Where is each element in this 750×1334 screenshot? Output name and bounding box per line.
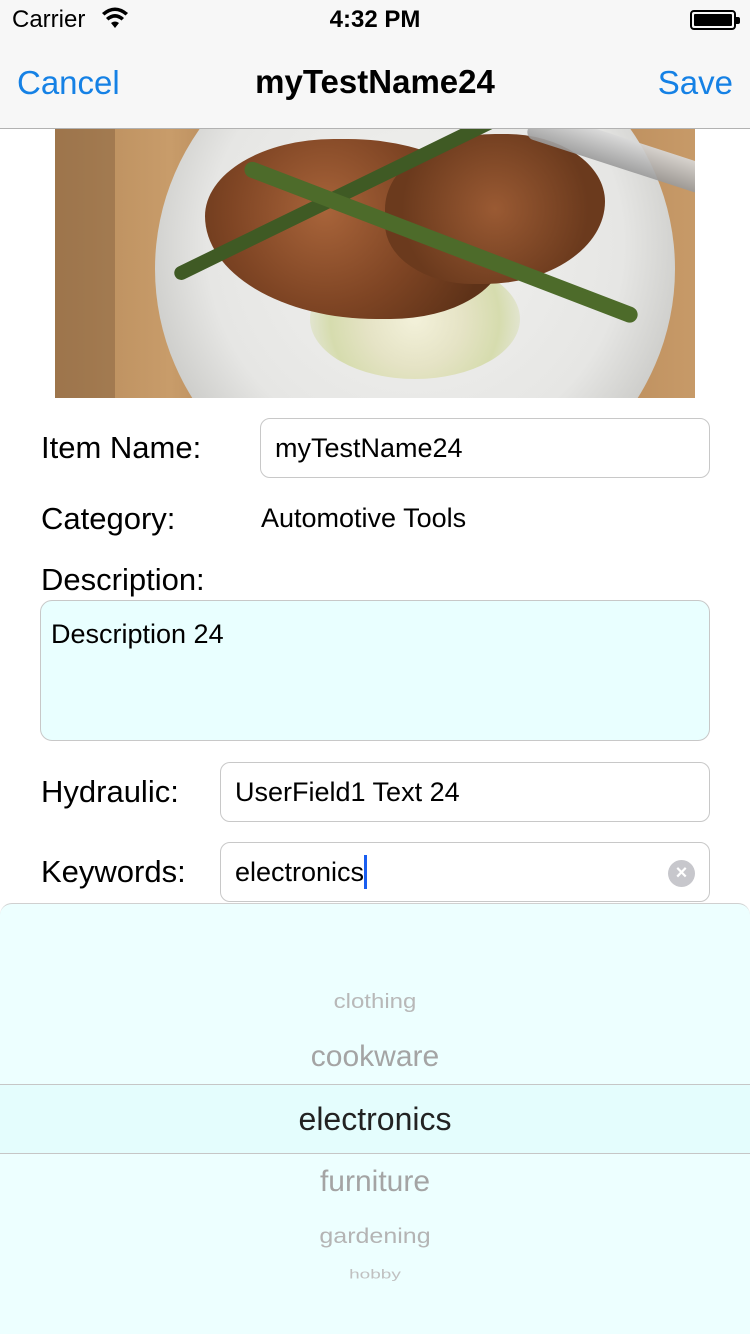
keyword-picker[interactable]: clothing cookware electronics furniture … bbox=[0, 903, 750, 1334]
save-button[interactable]: Save bbox=[658, 64, 733, 102]
picker-option[interactable]: hobby bbox=[0, 1267, 750, 1282]
text-cursor bbox=[364, 855, 368, 889]
hydraulic-value: UserField1 Text 24 bbox=[235, 776, 460, 807]
status-time: 4:32 PM bbox=[329, 6, 421, 33]
picker-option[interactable]: clothing bbox=[0, 990, 750, 1014]
picker-option[interactable]: furniture bbox=[0, 1165, 750, 1199]
navigation-bar: Carrier 4:32 PM Cancel myTestName24 Save bbox=[0, 0, 750, 129]
picker-option[interactable]: gardening bbox=[0, 1224, 750, 1249]
keywords-value: electronics bbox=[235, 856, 365, 887]
clear-icon[interactable]: × bbox=[668, 860, 695, 887]
keywords-label: Keywords: bbox=[41, 854, 186, 889]
hydraulic-field[interactable]: UserField1 Text 24 bbox=[220, 762, 710, 822]
item-name-label: Item Name: bbox=[41, 430, 202, 465]
picker-option-selected[interactable]: electronics bbox=[0, 1101, 750, 1138]
item-name-field[interactable]: myTestName24 bbox=[260, 418, 710, 478]
category-label: Category: bbox=[41, 501, 176, 536]
item-name-value: myTestName24 bbox=[275, 432, 463, 463]
item-photo[interactable] bbox=[55, 129, 695, 398]
description-field[interactable]: Description 24 bbox=[40, 600, 710, 741]
description-label: Description: bbox=[41, 562, 205, 597]
category-value[interactable]: Automotive Tools bbox=[261, 503, 466, 534]
status-bar: Carrier 4:32 PM bbox=[0, 0, 750, 40]
picker-option[interactable]: cookware bbox=[0, 1040, 750, 1074]
description-value: Description 24 bbox=[51, 619, 224, 649]
hydraulic-label: Hydraulic: bbox=[41, 774, 179, 809]
battery-icon bbox=[690, 10, 740, 30]
keywords-field[interactable]: electronics × bbox=[220, 842, 710, 902]
page-title: myTestName24 bbox=[255, 63, 495, 100]
